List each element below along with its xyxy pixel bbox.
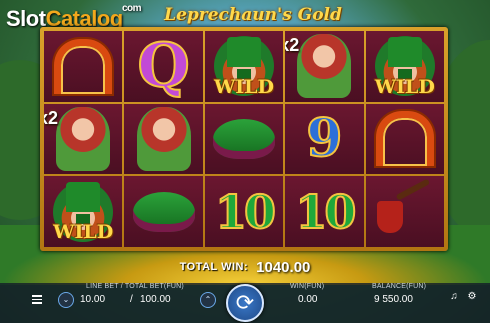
reel-grid: Q WILD x2 WILD x2 9 WILD 10 10 bbox=[44, 31, 444, 247]
chevron-up-icon[interactable]: ⌃ bbox=[200, 292, 216, 308]
shoe-icon bbox=[212, 118, 275, 159]
nine-symbol: 9 bbox=[285, 104, 363, 175]
multiplier-badge: x2 bbox=[285, 35, 300, 55]
symbol-text: 10 bbox=[214, 184, 277, 240]
chevron-down-icon[interactable]: ⌄ bbox=[58, 292, 74, 308]
girl-symbol bbox=[124, 104, 202, 175]
settings-icon[interactable]: ⚙ bbox=[466, 291, 478, 303]
total-win-label: TOTAL WIN: bbox=[179, 261, 249, 273]
ten-symbol: 10 bbox=[205, 176, 283, 247]
symbol-text: 9 bbox=[305, 107, 343, 170]
reel-cell: 10 bbox=[285, 176, 364, 247]
balance-value: 9 550.00 bbox=[374, 294, 413, 305]
win-value: 0.00 bbox=[298, 294, 318, 305]
reel-cell: WILD bbox=[204, 31, 284, 102]
hat-icon bbox=[387, 37, 422, 67]
total-bet-value: 100.00 bbox=[140, 294, 171, 305]
shoe-symbol bbox=[124, 176, 202, 247]
balance-label: BALANCE(FUN) bbox=[372, 283, 427, 290]
pipe-icon bbox=[376, 191, 433, 233]
reel-cell: Q bbox=[124, 31, 203, 102]
bet-separator: / bbox=[130, 294, 133, 305]
wild-label: WILD bbox=[213, 75, 275, 98]
bet-label: LINE BET / TOTAL BET(FUN) bbox=[86, 283, 184, 290]
spin-icon: ⟳ bbox=[235, 290, 255, 315]
win-label: WIN(FUN) bbox=[290, 283, 325, 290]
hat-icon bbox=[226, 37, 261, 67]
girl-icon bbox=[56, 106, 111, 171]
spin-button[interactable]: ⟳ bbox=[226, 284, 264, 322]
queen-symbol: Q bbox=[124, 31, 202, 102]
reel-cell: WILD bbox=[365, 31, 444, 102]
reel-cell bbox=[365, 176, 444, 247]
reel-cell bbox=[44, 31, 123, 102]
wild-label: WILD bbox=[374, 75, 435, 98]
total-win-bar: TOTAL WIN: 1040.00 bbox=[150, 258, 340, 276]
shoe-icon bbox=[132, 191, 195, 232]
reel-cell bbox=[365, 103, 444, 175]
horseshoe-symbol bbox=[44, 31, 122, 102]
reel-cell: x2 bbox=[285, 31, 364, 102]
reel-cell: WILD bbox=[44, 176, 123, 247]
horseshoe-icon bbox=[375, 111, 434, 167]
reel-cell: x2 bbox=[44, 103, 123, 175]
menu-icon[interactable] bbox=[32, 295, 42, 306]
reel-cell bbox=[204, 103, 284, 175]
multiplier-badge: x2 bbox=[44, 107, 59, 128]
girl-icon bbox=[136, 106, 191, 171]
pipe-symbol bbox=[366, 176, 444, 247]
symbol-text: Q bbox=[136, 31, 190, 102]
hat-icon bbox=[66, 182, 101, 213]
game-title: Leprechaun's Gold bbox=[164, 5, 342, 25]
horseshoe-icon bbox=[54, 38, 113, 94]
reel-cell: 9 bbox=[285, 103, 364, 175]
shoe-symbol bbox=[205, 104, 283, 175]
reel-cell bbox=[124, 103, 203, 175]
girl-icon bbox=[297, 34, 352, 99]
horseshoe-symbol bbox=[366, 104, 444, 175]
symbol-text: 10 bbox=[294, 184, 357, 240]
reel-cell: 10 bbox=[204, 176, 284, 247]
line-bet-value: 10.00 bbox=[80, 294, 106, 305]
ten-symbol: 10 bbox=[285, 176, 363, 247]
total-win-value: 1040.00 bbox=[256, 258, 311, 276]
reel-cell bbox=[124, 176, 203, 247]
sound-icon[interactable]: ♫ bbox=[448, 291, 460, 303]
wild-label: WILD bbox=[53, 220, 114, 243]
